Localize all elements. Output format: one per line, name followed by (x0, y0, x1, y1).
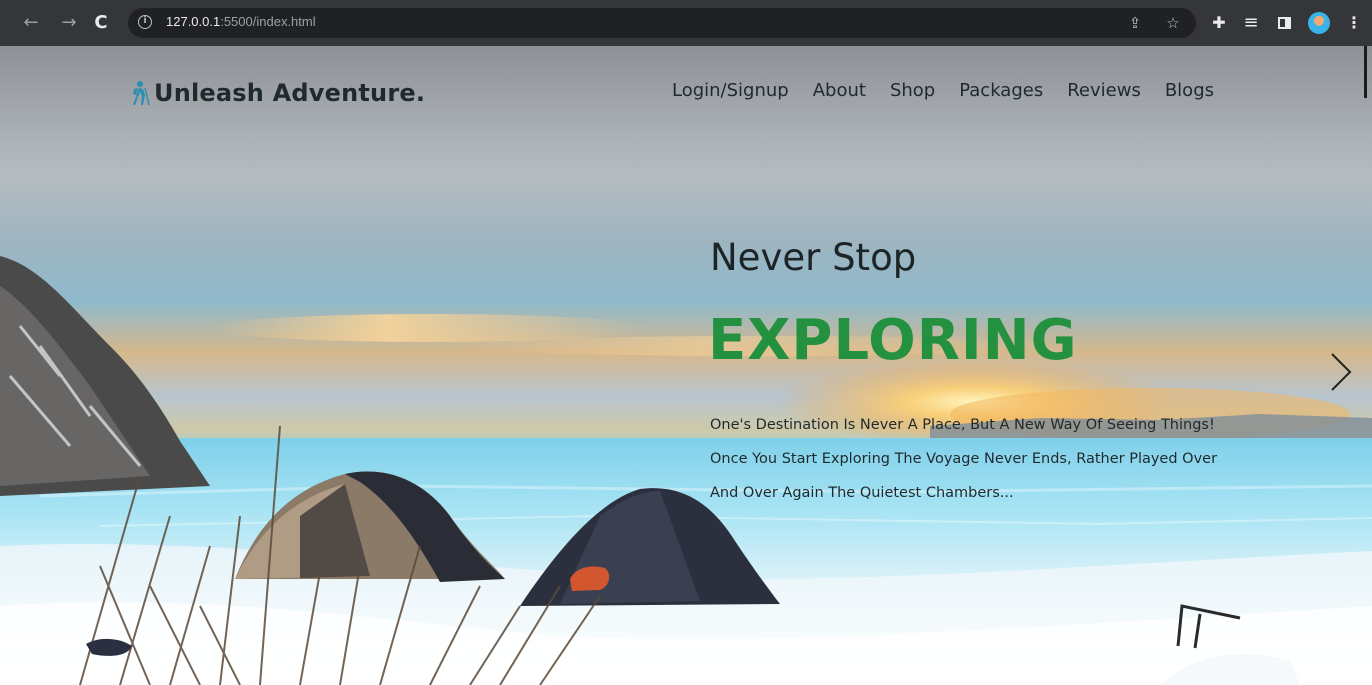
share-icon[interactable]: ⇪ (1126, 14, 1144, 32)
hero-title: EXPLORING (708, 308, 1078, 373)
forward-icon[interactable]: → (56, 10, 82, 36)
hero-section: Unleash Adventure. Login/Signup About Sh… (0, 46, 1372, 685)
nav-login-signup[interactable]: Login/Signup (672, 80, 789, 101)
url-host: 127.0.0.1 (166, 14, 221, 29)
hiker-icon (133, 81, 150, 106)
hero-background-image (0, 256, 1372, 685)
nav-about[interactable]: About (813, 80, 866, 101)
logo-text: Unleash Adventure. (154, 79, 426, 107)
url-path: :5500/index.html (220, 14, 316, 29)
reload-icon[interactable]: C (88, 10, 114, 36)
site-logo[interactable]: Unleash Adventure. (130, 76, 425, 110)
address-bar[interactable]: i 127.0.0.1:5500/index.html ⇪ ☆ (128, 8, 1196, 38)
scrollbar-thumb[interactable] (1364, 46, 1367, 98)
hero-subtitle: Never Stop (710, 236, 917, 279)
nav-shop[interactable]: Shop (890, 80, 935, 101)
hero-description: One's Destination Is Never A Place, But … (710, 417, 1218, 501)
url-text[interactable]: 127.0.0.1:5500/index.html (166, 14, 316, 29)
bookmark-star-icon[interactable]: ☆ (1164, 14, 1182, 32)
back-icon[interactable]: ← (18, 10, 44, 36)
site-info-icon[interactable]: i (138, 15, 152, 29)
extensions-icon[interactable]: ✚ (1208, 12, 1230, 34)
reading-list-icon[interactable]: ≡ (1240, 12, 1262, 34)
nav-blogs[interactable]: Blogs (1165, 80, 1214, 101)
main-nav: Login/Signup About Shop Packages Reviews… (672, 80, 1214, 101)
profile-avatar[interactable] (1308, 12, 1330, 34)
next-slide-arrow-icon[interactable] (1326, 350, 1356, 394)
browser-toolbar: ← → C i 127.0.0.1:5500/index.html ⇪ ☆ ✚ … (0, 0, 1372, 46)
nav-packages[interactable]: Packages (959, 80, 1043, 101)
cloud-band (210, 314, 650, 342)
side-panel-icon[interactable] (1278, 17, 1291, 29)
nav-reviews[interactable]: Reviews (1067, 80, 1141, 101)
menu-icon[interactable]: ⋮ (1346, 12, 1362, 34)
